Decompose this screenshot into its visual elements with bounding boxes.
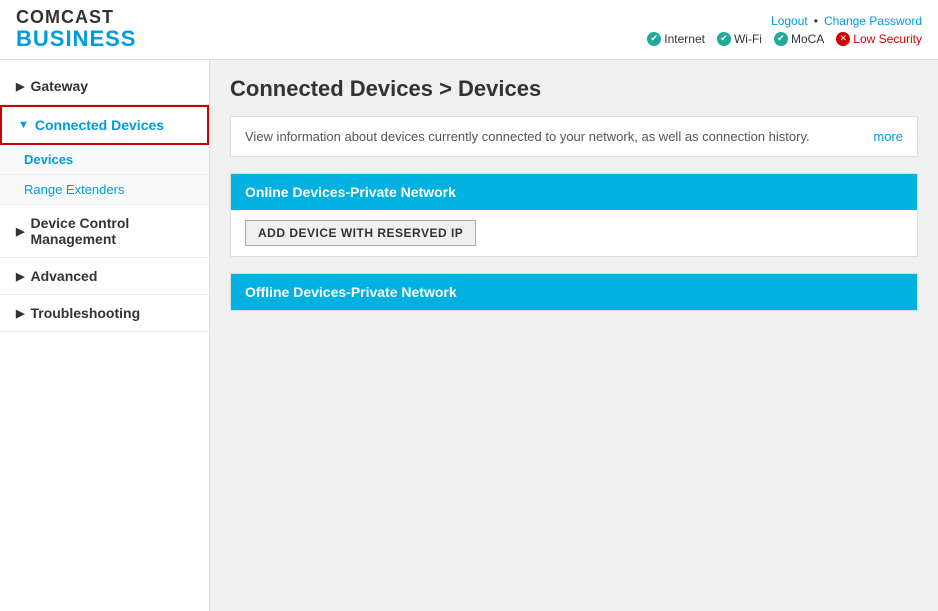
offline-section-header: Offline Devices-Private Network (231, 274, 917, 310)
check-icon: ✔ (647, 32, 661, 46)
status-label: MoCA (791, 32, 824, 46)
sidebar-item-connected-devices[interactable]: ▼ Connected Devices (0, 105, 209, 145)
check-icon: ✔ (717, 32, 731, 46)
status-label: Internet (664, 32, 705, 46)
arrow-icon: ▶ (16, 307, 24, 320)
error-icon: ✕ (836, 32, 850, 46)
sidebar: ▶ Gateway ▼ Connected Devices DevicesRange E… (0, 60, 210, 611)
sidebar-item-device-control[interactable]: ▶ Device Control Management (0, 205, 209, 258)
status-label: Low Security (853, 32, 922, 46)
change-password-link[interactable]: Change Password (824, 14, 922, 28)
main-content: Connected Devices > Devices View informa… (210, 60, 938, 611)
sidebar-sub-item-devices[interactable]: Devices (0, 145, 209, 175)
sidebar-item-label: Connected Devices (35, 117, 164, 133)
info-text: View information about devices currently… (245, 129, 810, 144)
sidebar-item-label: Troubleshooting (30, 305, 140, 321)
layout: ▶ Gateway ▼ Connected Devices DevicesRange E… (0, 60, 938, 611)
sidebar-item-label: Gateway (30, 78, 88, 94)
sidebar-item-gateway[interactable]: ▶ Gateway (0, 68, 209, 105)
status-item-internet: ✔Internet (647, 32, 705, 46)
header-links: Logout • Change Password (771, 14, 922, 28)
status-item-wi-fi: ✔Wi-Fi (717, 32, 762, 46)
add-device-button[interactable]: ADD DEVICE WITH RESERVED IP (245, 220, 476, 246)
status-label: Wi-Fi (734, 32, 762, 46)
separator: • (814, 14, 818, 28)
logo-comcast: COMCAST (16, 8, 136, 28)
header: COMCAST BUSINESS Logout • Change Passwor… (0, 0, 938, 60)
arrow-icon: ▶ (16, 270, 24, 283)
info-box: View information about devices currently… (230, 116, 918, 157)
logo-business: BUSINESS (16, 27, 136, 51)
status-item-moca: ✔MoCA (774, 32, 824, 46)
header-right: Logout • Change Password ✔Internet✔Wi-Fi… (647, 14, 922, 46)
arrow-icon: ▶ (16, 80, 24, 93)
status-item-low-security: ✕Low Security (836, 32, 922, 46)
logout-link[interactable]: Logout (771, 14, 808, 28)
sidebar-item-troubleshooting[interactable]: ▶ Troubleshooting (0, 295, 209, 332)
online-devices-section: Online Devices-Private Network ADD DEVIC… (230, 173, 918, 257)
sidebar-submenu: DevicesRange Extenders (0, 145, 209, 205)
offline-devices-section: Offline Devices-Private Network (230, 273, 918, 311)
logo: COMCAST BUSINESS (16, 8, 136, 52)
check-icon: ✔ (774, 32, 788, 46)
page-title: Connected Devices > Devices (230, 76, 918, 102)
sidebar-item-label: Advanced (30, 268, 97, 284)
arrow-icon: ▼ (18, 119, 29, 131)
online-section-header: Online Devices-Private Network (231, 174, 917, 210)
sidebar-item-label: Device Control Management (30, 215, 193, 247)
sidebar-sub-item-range-extenders[interactable]: Range Extenders (0, 175, 209, 205)
more-link[interactable]: more (873, 129, 903, 144)
sidebar-item-advanced[interactable]: ▶ Advanced (0, 258, 209, 295)
status-bar: ✔Internet✔Wi-Fi✔MoCA✕Low Security (647, 32, 922, 46)
arrow-icon: ▶ (16, 225, 24, 238)
